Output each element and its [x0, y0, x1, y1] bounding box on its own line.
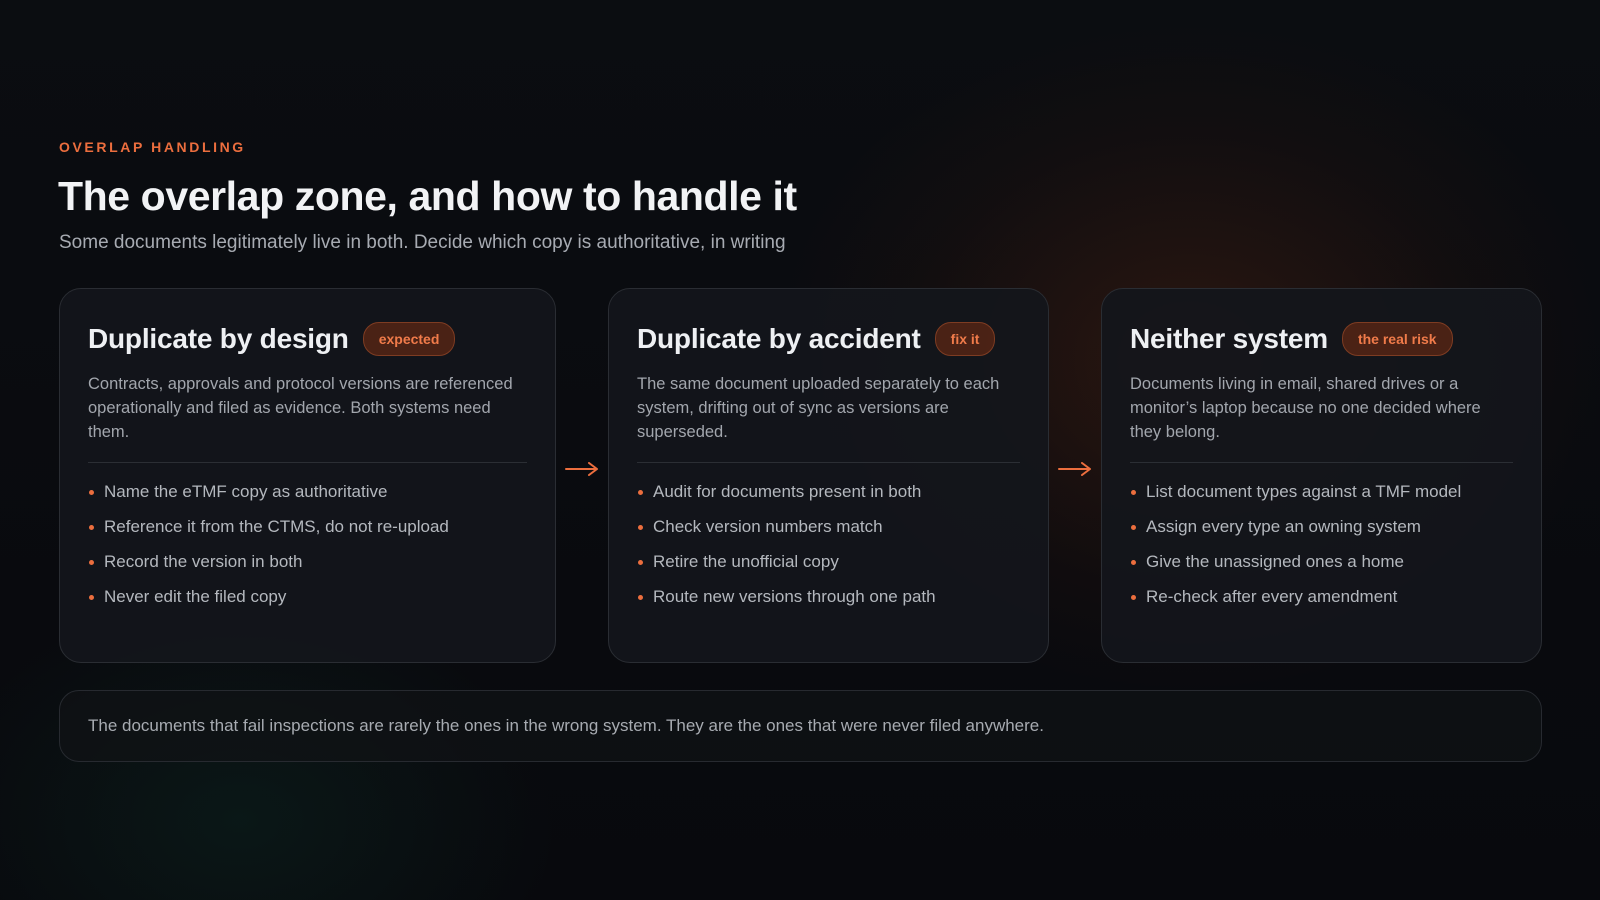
list-item: Assign every type an owning system [1130, 515, 1513, 550]
card-header: Duplicate by accident fix it [637, 319, 1020, 359]
list-item: Retire the unofficial copy [637, 550, 1020, 585]
card-title: Duplicate by design [88, 323, 349, 354]
arrow-right-icon [565, 462, 598, 476]
list-item: Re-check after every amendment [1130, 585, 1513, 620]
card-title: Neither system [1130, 323, 1328, 354]
footer-note-text: The documents that fail inspections are … [88, 716, 1044, 735]
list-item: Record the version in both [88, 550, 527, 585]
card-header: Neither system the real risk [1130, 319, 1513, 359]
divider [88, 462, 527, 463]
card-duplicate-by-accident: Duplicate by accident fix it The same do… [608, 288, 1049, 663]
slide: OVERLAP HANDLING The overlap zone, and h… [0, 0, 1600, 900]
footer-note: The documents that fail inspections are … [59, 690, 1542, 762]
arrow-right-icon [1058, 462, 1091, 476]
card-duplicate-by-design: Duplicate by design expected Contracts, … [59, 288, 556, 663]
card-description: Contracts, approvals and protocol versio… [88, 375, 513, 441]
card-neither-system: Neither system the real risk Documents l… [1101, 288, 1542, 663]
card-header: Duplicate by design expected [88, 319, 527, 359]
divider [637, 462, 1020, 463]
card-description: The same document uploaded separately to… [637, 375, 1000, 441]
list-item: Route new versions through one path [637, 585, 1020, 620]
divider [1130, 462, 1513, 463]
list-item: List document types against a TMF model [1130, 480, 1513, 515]
bullet-list: List document types against a TMF model … [1130, 480, 1513, 620]
page-title: The overlap zone, and how to handle it [58, 173, 797, 219]
list-item: Check version numbers match [637, 515, 1020, 550]
page-subtitle: Some documents legitimately live in both… [59, 232, 786, 253]
status-badge: the real risk [1341, 322, 1453, 356]
bullet-list: Name the eTMF copy as authoritative Refe… [88, 480, 527, 620]
status-badge: fix it [934, 322, 996, 356]
bullet-list: Audit for documents present in both Chec… [637, 480, 1020, 620]
card-description: Documents living in email, shared drives… [1130, 375, 1481, 441]
list-item: Audit for documents present in both [637, 480, 1020, 515]
list-item: Name the eTMF copy as authoritative [88, 480, 527, 515]
status-badge: expected [362, 322, 456, 356]
list-item: Give the unassigned ones a home [1130, 550, 1513, 585]
card-title: Duplicate by accident [637, 323, 921, 354]
eyebrow-label: OVERLAP HANDLING [59, 139, 246, 155]
list-item: Reference it from the CTMS, do not re-up… [88, 515, 527, 550]
list-item: Never edit the filed copy [88, 585, 527, 620]
